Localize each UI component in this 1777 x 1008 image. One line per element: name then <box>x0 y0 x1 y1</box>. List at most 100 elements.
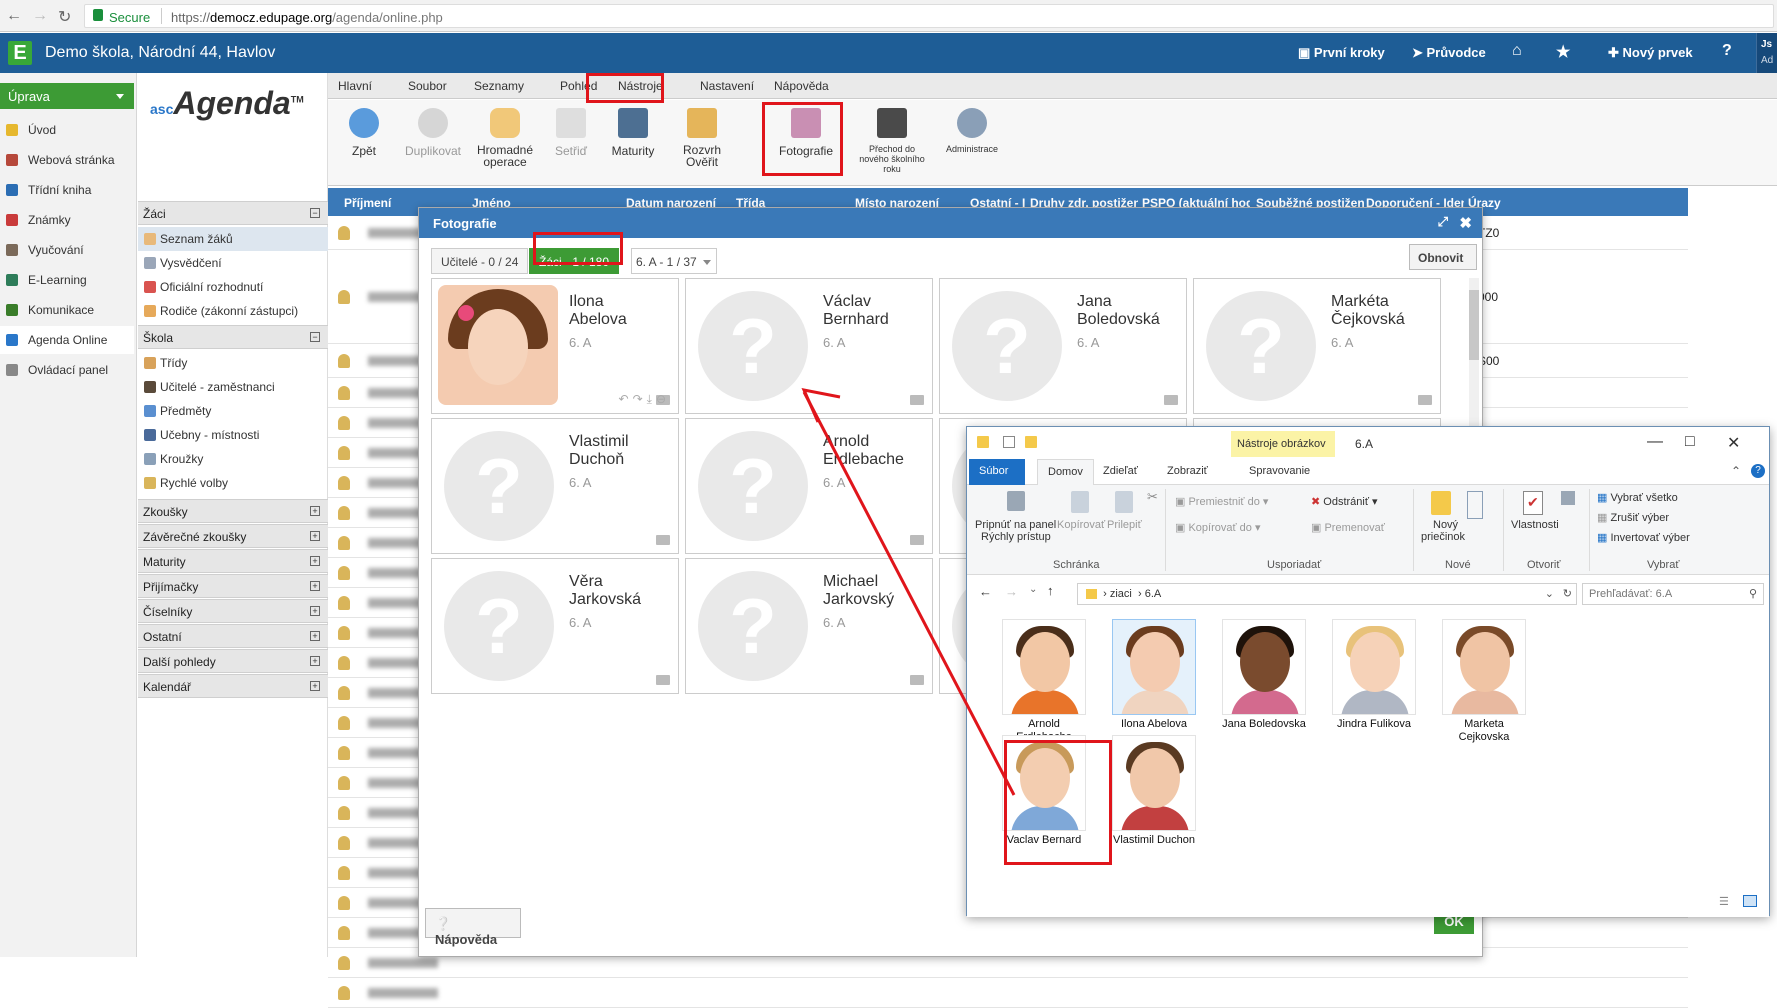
prechod-button[interactable]: Přechod do nového školního roku <box>854 104 930 174</box>
leftnav-item[interactable]: Úvod <box>0 116 134 144</box>
folder-icon[interactable] <box>910 535 924 545</box>
star-icon[interactable]: ★ <box>1556 42 1570 62</box>
section-header[interactable]: Přijímačky + <box>138 574 328 598</box>
cards-scrollbar-thumb[interactable] <box>1469 290 1479 360</box>
prilepit-button[interactable]: Prilepiť <box>1107 519 1142 531</box>
section-header[interactable]: Ostatní + <box>138 624 328 648</box>
back-icon[interactable]: ← <box>6 7 22 25</box>
student-card[interactable]: Ilona Abelova 6. A ↶↷⤓⊖ <box>431 278 679 414</box>
help-icon[interactable]: ? <box>1751 464 1765 478</box>
kopirovat-do-button[interactable]: ▣ Kopírovať do ▾ <box>1175 521 1260 534</box>
cut-icon[interactable]: ✂ <box>1147 489 1158 505</box>
napoveda-button[interactable]: ❔ Nápověda <box>425 908 521 947</box>
sidebar-item[interactable]: Rodiče (zákonní zástupci) <box>138 299 328 323</box>
menu-tab[interactable]: Hlavní <box>338 79 372 93</box>
section-header[interactable]: Kalendář + <box>138 674 328 698</box>
invertovat-vyber-button[interactable]: ▦ Invertovať výber <box>1597 531 1690 544</box>
close-icon[interactable]: ✖ <box>1459 214 1472 232</box>
zpet-button[interactable]: Zpět <box>338 104 390 158</box>
section-header[interactable]: Číselníky + <box>138 599 328 623</box>
sidebar-item[interactable]: Třídy <box>138 351 328 375</box>
image-file[interactable]: Ilona Abelova <box>1111 619 1197 731</box>
user-menu[interactable]: Js Ad <box>1756 33 1777 73</box>
explorer-search-input[interactable]: Prehľadávať: 6.A ⚲ <box>1582 583 1764 605</box>
maximize-icon[interactable]: □ <box>1685 433 1695 451</box>
chevron-up-icon[interactable]: ⌃ <box>1731 464 1741 478</box>
open-icon[interactable] <box>1561 491 1575 505</box>
sidebar-item[interactable]: Seznam žáků <box>138 227 328 251</box>
refresh-icon[interactable]: ↻ <box>1563 587 1572 600</box>
new-item-icon[interactable] <box>1467 491 1483 519</box>
properties-icon[interactable] <box>1003 436 1015 448</box>
expand-icon[interactable]: + <box>310 581 320 591</box>
edupage-logo-icon[interactable]: E <box>8 41 32 65</box>
premiestnit-button[interactable]: ▣ Premiestniť do ▾ <box>1175 495 1268 508</box>
hromadne-operace-button[interactable]: Hromadné operace <box>470 104 540 168</box>
leftnav-item[interactable]: Webová stránka <box>0 146 134 174</box>
chevron-down-icon[interactable]: ⌄ <box>1545 587 1554 600</box>
odstranit-button[interactable]: ✖ Odstrániť ▾ <box>1311 495 1378 508</box>
details-view-icon[interactable]: ☰ <box>1719 895 1729 908</box>
close-window-icon[interactable]: ✕ <box>1727 433 1740 453</box>
sidebar-item[interactable]: Rychlé volby <box>138 471 328 495</box>
expand-icon[interactable]: ⤢ <box>1438 214 1448 230</box>
duplikovat-button[interactable]: Duplikovat <box>400 104 466 158</box>
recent-locations-icon[interactable]: ⌄ <box>1029 584 1037 595</box>
large-icons-view-icon[interactable] <box>1743 895 1757 907</box>
path-segment-6a[interactable]: 6.A <box>1145 588 1162 600</box>
section-header[interactable]: Maturity + <box>138 549 328 573</box>
prvni-kroky-button[interactable]: ▣ První kroky <box>1298 45 1385 61</box>
leftnav-item[interactable]: Vyučování <box>0 236 134 264</box>
minimize-icon[interactable]: — <box>1647 433 1663 451</box>
leftnav-item[interactable]: Třídní kniha <box>0 176 134 204</box>
vlastnosti-button[interactable]: Vlastnosti <box>1511 519 1559 531</box>
pripnut-button[interactable]: Pripnúť na panel <box>975 519 1056 531</box>
rozvrh-overit-button[interactable]: Rozvrh Ověřit <box>674 104 730 168</box>
tab-ucitele[interactable]: Učitelé - 0 / 24 <box>431 248 529 274</box>
premenovat-button[interactable]: ▣ Premenovať <box>1311 521 1385 534</box>
sidebar-item[interactable]: Předměty <box>138 399 328 423</box>
section-header[interactable]: Žáci − <box>138 201 328 225</box>
tab-spravovanie[interactable]: Spravovanie <box>1249 465 1310 477</box>
student-card[interactable]: ? Věra Jarkovská 6. A <box>431 558 679 694</box>
photo-actions[interactable]: ↶↷⤓⊖ <box>619 392 670 407</box>
leftnav-item[interactable]: E-Learning <box>0 266 134 294</box>
folder-icon[interactable] <box>910 395 924 405</box>
leftnav-item[interactable]: Známky <box>0 206 134 234</box>
student-card[interactable]: ? Michael Jarkovský 6. A <box>685 558 933 694</box>
sidebar-item[interactable]: Oficiální rozhodnutí <box>138 275 328 299</box>
help-icon[interactable]: ? <box>1722 42 1732 60</box>
image-file[interactable]: Marketa Cejkovska <box>1441 619 1527 744</box>
student-card[interactable]: ? Jana Boledovská 6. A <box>939 278 1187 414</box>
image-file[interactable]: Jindra Fulikova <box>1331 619 1417 731</box>
image-file[interactable]: Arnold Erdlebache <box>1001 619 1087 744</box>
section-header[interactable]: Zkoušky + <box>138 499 328 523</box>
forward-icon[interactable]: → <box>1005 584 1018 599</box>
novy-prvek-button[interactable]: ✚ Nový prvek <box>1608 45 1693 61</box>
section-header[interactable]: Škola − <box>138 325 328 349</box>
folder-icon[interactable] <box>1164 395 1178 405</box>
obnovit-button[interactable]: Obnovit <box>1409 244 1477 270</box>
sidebar-item[interactable]: Učitelé - zaměstnanci <box>138 375 328 399</box>
expand-icon[interactable]: + <box>310 556 320 566</box>
tab-subor[interactable]: Súbor <box>969 459 1025 485</box>
address-bar[interactable]: Secure https://democz.edupage.org/agenda… <box>84 4 1774 28</box>
menu-tab[interactable]: Nápověda <box>774 79 829 93</box>
leftnav-item[interactable]: Agenda Online <box>0 326 134 354</box>
leftnav-item[interactable]: Ovládací panel <box>0 356 134 384</box>
expand-icon[interactable]: + <box>310 531 320 541</box>
image-file[interactable]: Vlastimil Duchon <box>1111 735 1197 847</box>
section-header[interactable]: Závěrečné zkoušky + <box>138 524 328 548</box>
student-card[interactable]: ? Václav Bernhard 6. A <box>685 278 933 414</box>
sidebar-item[interactable]: Učebny - místnosti <box>138 423 328 447</box>
back-icon[interactable]: ← <box>979 584 992 599</box>
setrid-button[interactable]: Setřiď <box>548 104 594 158</box>
collapse-icon[interactable]: − <box>310 208 320 218</box>
tab-nastroje-obrazkov[interactable]: Nástroje obrázkov <box>1231 431 1335 457</box>
reload-icon[interactable]: ↻ <box>58 7 71 27</box>
folder-icon[interactable] <box>1418 395 1432 405</box>
forward-icon[interactable]: → <box>32 7 48 25</box>
new-folder-icon[interactable] <box>1025 436 1037 448</box>
collapse-icon[interactable]: − <box>310 332 320 342</box>
folder-icon[interactable] <box>910 675 924 685</box>
